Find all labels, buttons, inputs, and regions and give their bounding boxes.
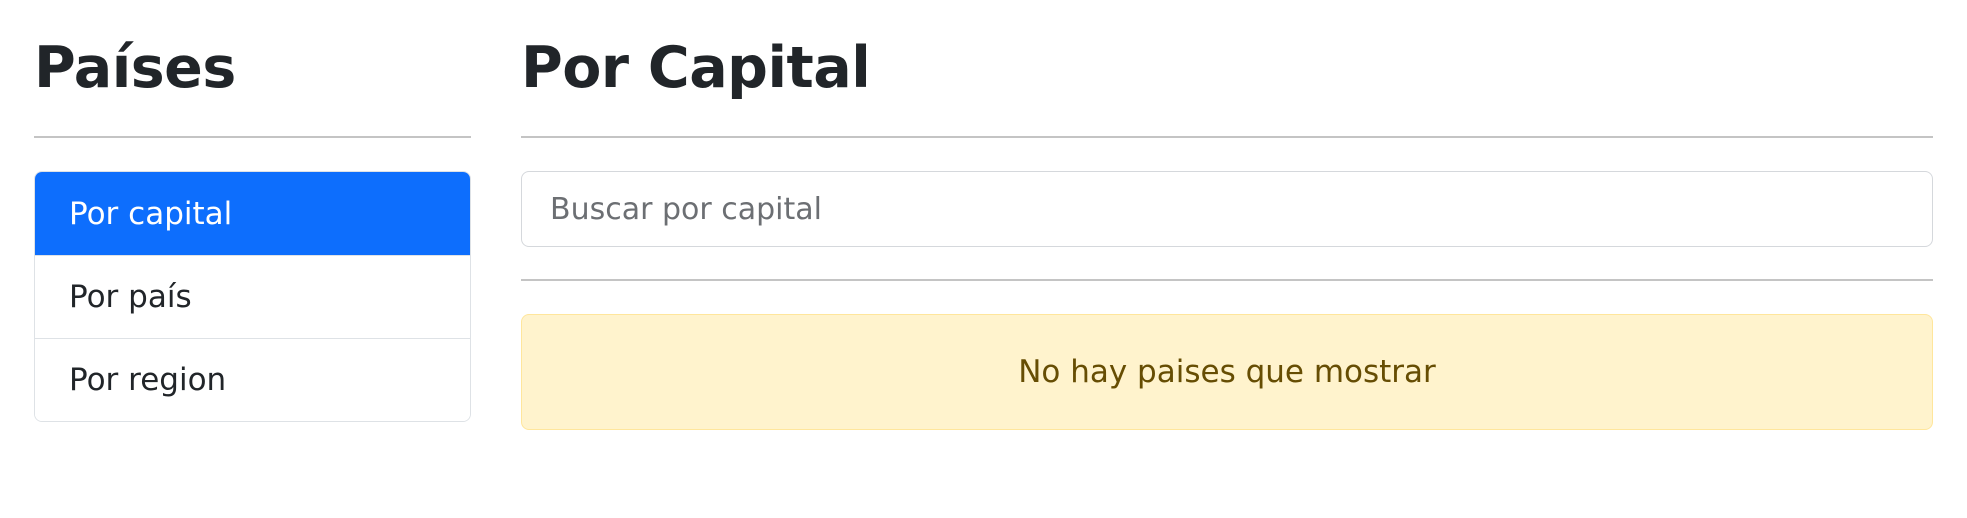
sidebar: Países Por capital Por país Por region bbox=[34, 0, 471, 422]
sidebar-title: Países bbox=[34, 35, 236, 101]
search-divider bbox=[521, 279, 1933, 281]
sidebar-item-label: Por país bbox=[69, 279, 192, 315]
empty-results-alert: No hay paises que mostrar bbox=[521, 314, 1933, 430]
page-title: Por Capital bbox=[521, 35, 871, 101]
title-divider bbox=[521, 136, 1933, 138]
alert-message: No hay paises que mostrar bbox=[1018, 354, 1436, 390]
sidebar-item-por-pais[interactable]: Por país bbox=[35, 255, 470, 338]
search-input[interactable] bbox=[548, 190, 1906, 228]
sidebar-menu: Por capital Por país Por region bbox=[34, 171, 471, 422]
search-box bbox=[521, 171, 1933, 247]
sidebar-item-por-region[interactable]: Por region bbox=[35, 338, 470, 421]
sidebar-divider bbox=[34, 136, 471, 138]
main-content: Por Capital No hay paises que mostrar bbox=[521, 0, 1933, 430]
sidebar-item-label: Por capital bbox=[69, 195, 233, 232]
sidebar-item-por-capital[interactable]: Por capital bbox=[35, 172, 470, 255]
sidebar-item-label: Por region bbox=[69, 362, 227, 398]
page: Países Por capital Por país Por region P… bbox=[0, 0, 1967, 518]
